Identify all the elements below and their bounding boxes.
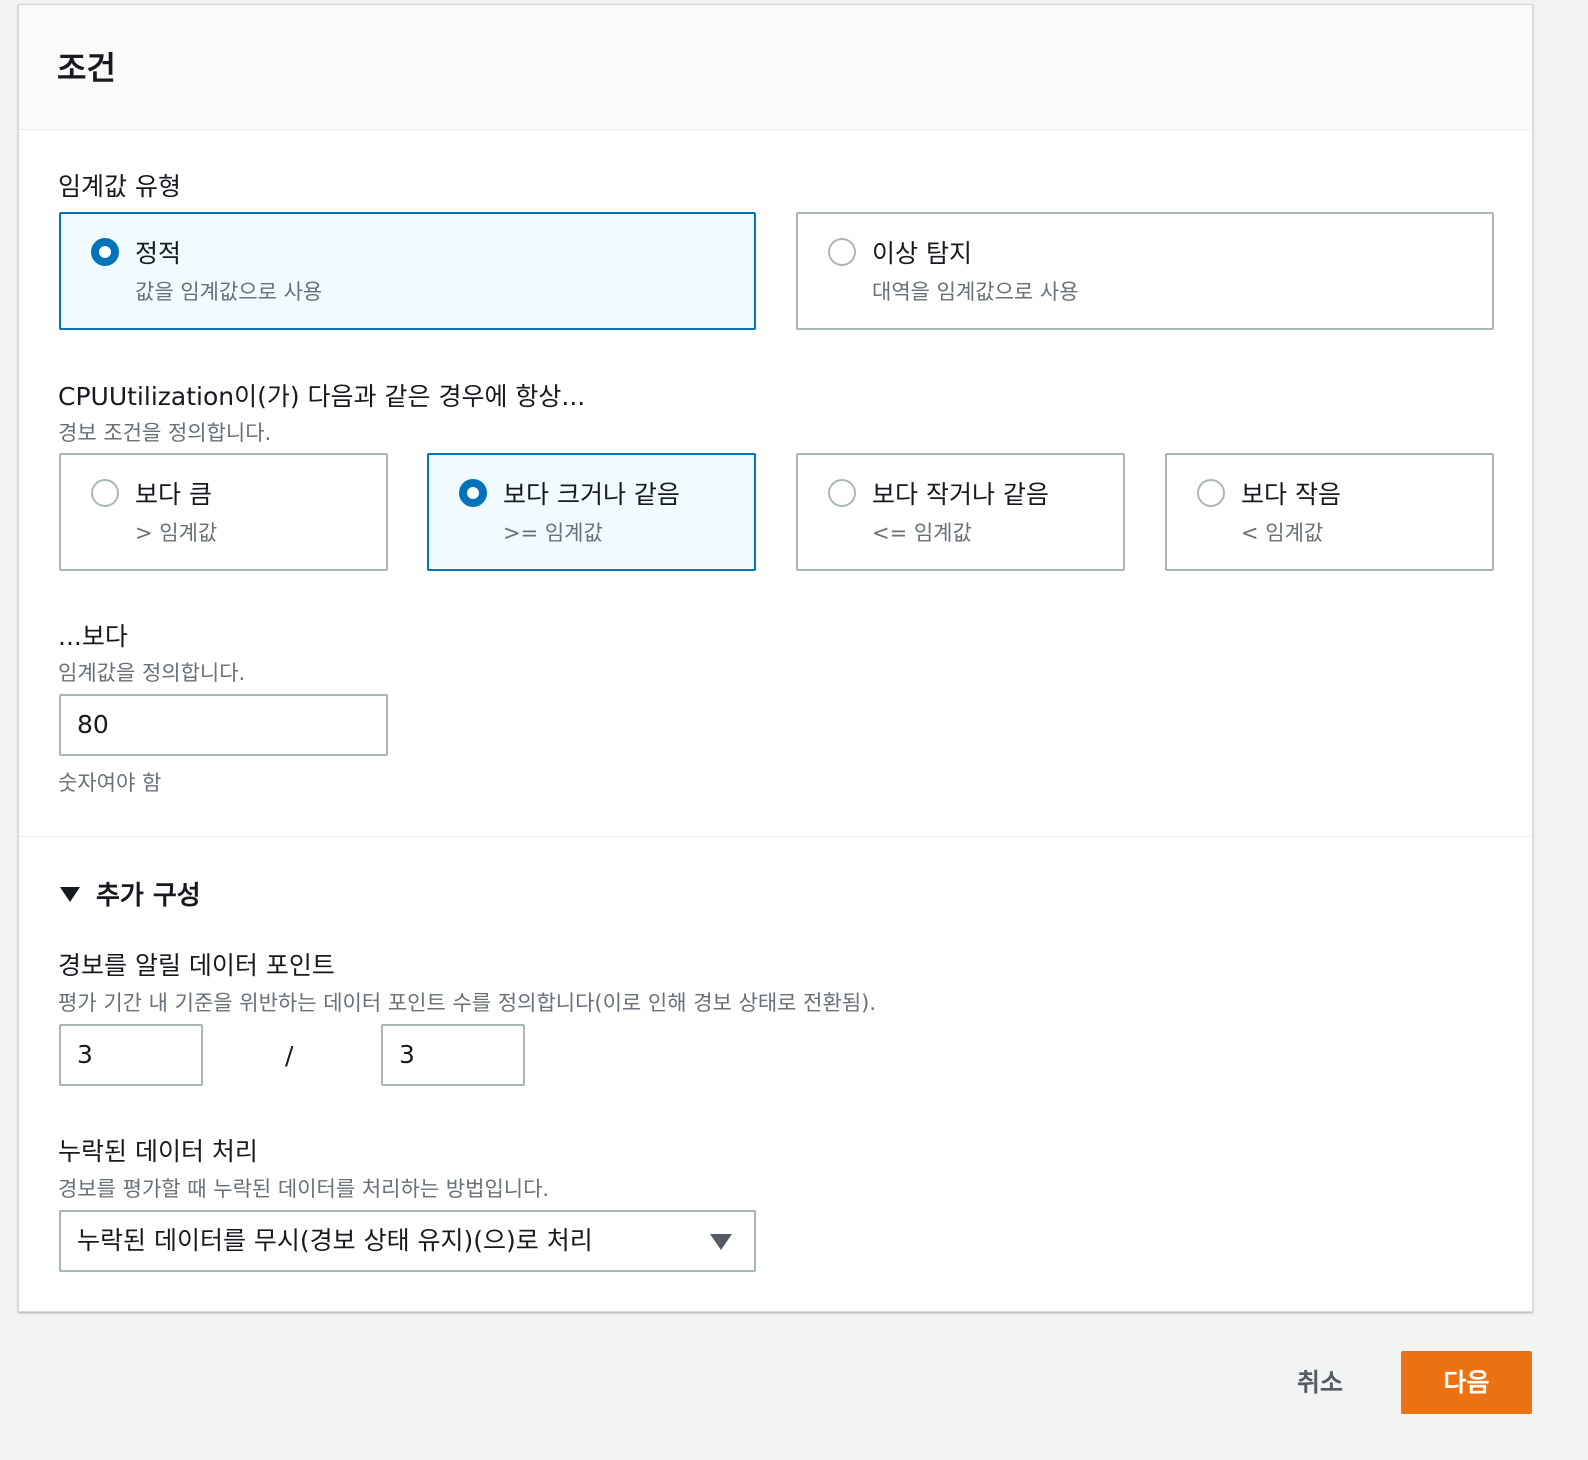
greater-equal-title: 보다 크거나 같음 bbox=[503, 480, 680, 509]
condition-less-tile[interactable]: 보다 작음 < 임계값 bbox=[1165, 453, 1494, 571]
less-equal-radio[interactable] bbox=[828, 479, 856, 507]
greater-equal-sub: >= 임계값 bbox=[503, 521, 603, 545]
less-title: 보다 작음 bbox=[1241, 480, 1341, 509]
less-equal-sub: <= 임계값 bbox=[872, 521, 972, 545]
missing-data-label: 누락된 데이터 처리 bbox=[58, 1137, 258, 1166]
threshold-type-label: 임계값 유형 bbox=[58, 172, 181, 201]
additional-config-label: 추가 구성 bbox=[96, 881, 201, 911]
threshold-hint: 숫자여야 함 bbox=[58, 771, 162, 795]
greater-equal-radio[interactable] bbox=[459, 479, 487, 507]
threshold-type-static-tile[interactable]: 정적 값을 임계값으로 사용 bbox=[59, 212, 756, 330]
less-sub: < 임계값 bbox=[1241, 521, 1324, 545]
condition-less-equal-tile[interactable]: 보다 작거나 같음 <= 임계값 bbox=[796, 453, 1125, 571]
anomaly-radio[interactable] bbox=[828, 238, 856, 266]
less-radio[interactable] bbox=[1197, 479, 1225, 507]
greater-title: 보다 큼 bbox=[135, 480, 212, 509]
next-button[interactable]: 다음 bbox=[1401, 1351, 1532, 1414]
condition-label: CPUUtilization이(가) 다음과 같은 경우에 항상... bbox=[58, 382, 586, 411]
threshold-desc: 임계값을 정의합니다. bbox=[58, 661, 246, 685]
static-title: 정적 bbox=[135, 239, 182, 268]
greater-radio[interactable] bbox=[91, 479, 119, 507]
evaluation-periods-input[interactable]: 3 bbox=[381, 1024, 525, 1086]
select-caret-down-icon bbox=[710, 1234, 732, 1250]
threshold-input[interactable]: 80 bbox=[59, 694, 388, 756]
condition-greater-tile[interactable]: 보다 큼 > 임계값 bbox=[59, 453, 388, 571]
anomaly-sub: 대역을 임계값으로 사용 bbox=[872, 280, 1079, 304]
static-radio[interactable] bbox=[91, 238, 119, 266]
datapoints-separator: / bbox=[285, 1041, 294, 1070]
datapoints-desc: 평가 기간 내 기준을 위반하는 데이터 포인트 수를 정의합니다(이로 인해 … bbox=[58, 991, 877, 1015]
condition-greater-equal-tile[interactable]: 보다 크거나 같음 >= 임계값 bbox=[427, 453, 756, 571]
missing-data-select[interactable]: 누락된 데이터를 무시(경보 상태 유지)(으)로 처리 bbox=[59, 1210, 756, 1272]
caret-down-icon bbox=[60, 887, 80, 902]
missing-data-desc: 경보를 평가할 때 누락된 데이터를 처리하는 방법입니다. bbox=[58, 1177, 550, 1201]
datapoints-to-alarm-input[interactable]: 3 bbox=[59, 1024, 203, 1086]
threshold-type-anomaly-tile[interactable]: 이상 탐지 대역을 임계값으로 사용 bbox=[796, 212, 1494, 330]
section-divider bbox=[19, 836, 1532, 837]
less-equal-title: 보다 작거나 같음 bbox=[872, 480, 1049, 509]
anomaly-title: 이상 탐지 bbox=[872, 239, 972, 268]
conditions-panel: 조건 임계값 유형 정적 값을 임계값으로 사용 이상 탐지 대역을 임계값으로… bbox=[18, 4, 1533, 1312]
additional-config-toggle[interactable]: 추가 구성 bbox=[59, 873, 259, 913]
missing-data-selected-value: 누락된 데이터를 무시(경보 상태 유지)(으)로 처리 bbox=[77, 1226, 593, 1255]
static-sub: 값을 임계값으로 사용 bbox=[135, 280, 323, 304]
panel-header: 조건 bbox=[19, 5, 1532, 130]
cancel-button[interactable]: 취소 bbox=[1268, 1352, 1372, 1414]
greater-sub: > 임계값 bbox=[135, 521, 218, 545]
condition-desc: 경보 조건을 정의합니다. bbox=[58, 421, 272, 445]
panel-title: 조건 bbox=[57, 49, 116, 87]
threshold-label: ...보다 bbox=[58, 622, 128, 651]
datapoints-label: 경보를 알릴 데이터 포인트 bbox=[58, 951, 335, 980]
